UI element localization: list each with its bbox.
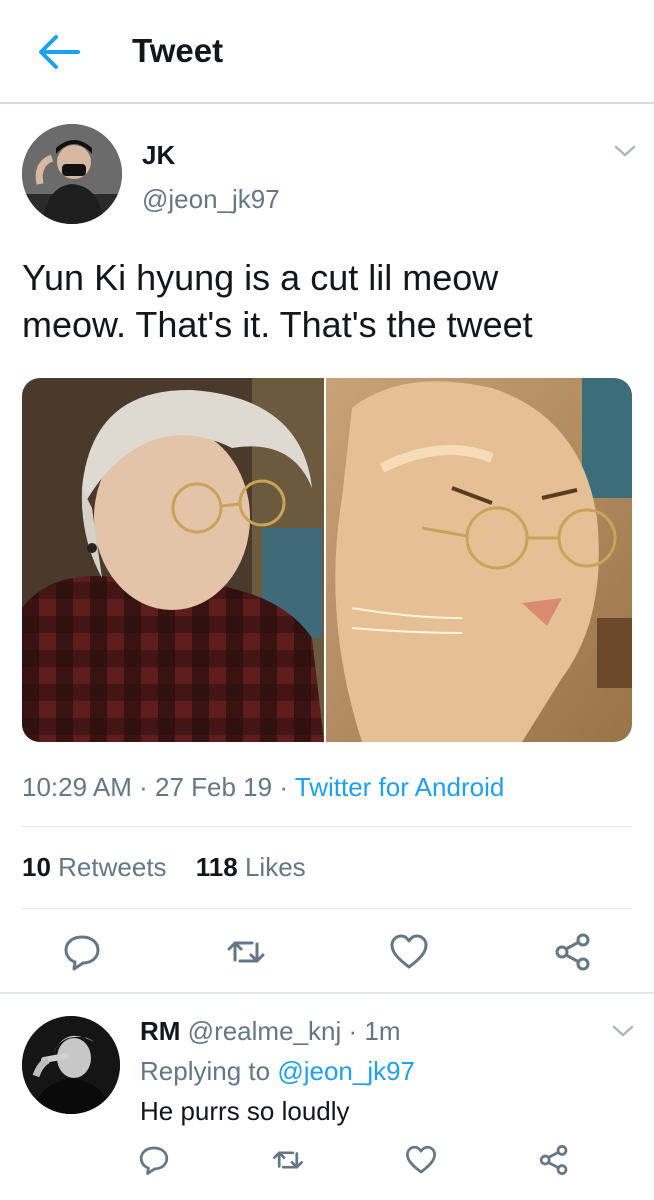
like-button[interactable] — [389, 932, 429, 972]
author-name[interactable]: JK — [142, 140, 175, 171]
tweet-text-line: meow. That's it. That's the tweet — [22, 304, 533, 345]
retweet-label: Retweets — [58, 852, 167, 882]
author-handle[interactable]: @jeon_jk97 — [142, 184, 280, 215]
tweet-meta: 10:29 AM · 27 Feb 19 · Twitter for Andro… — [22, 772, 504, 803]
reply-share-button[interactable] — [538, 1144, 570, 1176]
chevron-down-icon — [614, 145, 636, 157]
reply-icon — [139, 1146, 169, 1175]
tweet-stats: 10 Retweets 118 Likes — [22, 852, 328, 883]
photo-cat — [326, 378, 632, 742]
divider — [0, 992, 654, 994]
tweet-date: 27 Feb 19 — [155, 772, 273, 802]
reply-button[interactable] — [62, 932, 102, 972]
retweet-icon — [273, 1151, 303, 1169]
reply-menu-button[interactable] — [610, 1022, 636, 1040]
page-title: Tweet — [132, 32, 224, 69]
chevron-down-icon — [612, 1025, 634, 1037]
back-button[interactable] — [36, 32, 82, 72]
tweet-text: Yun Ki hyung is a cut lil meow meow. Tha… — [22, 254, 622, 348]
top-bar: Tweet — [0, 0, 654, 104]
like-label: Likes — [244, 852, 306, 882]
tweet-menu-button[interactable] — [612, 142, 638, 160]
meta-separator: · — [139, 772, 148, 802]
reply-author-handle[interactable]: @realme_knj — [188, 1016, 342, 1046]
replying-to: Replying to @jeon_jk97 — [140, 1056, 415, 1087]
tweet-time: 10:29 AM — [22, 772, 132, 802]
likes-stat[interactable]: 118 Likes — [196, 852, 306, 882]
retweets-stat[interactable]: 10 Retweets — [22, 852, 167, 882]
retweet-icon — [227, 941, 265, 963]
replying-to-prefix: Replying to — [140, 1056, 271, 1086]
replying-to-handle[interactable]: @jeon_jk97 — [277, 1056, 415, 1086]
retweet-count: 10 — [22, 852, 51, 882]
heart-icon — [390, 934, 428, 969]
reply-reply-button[interactable] — [138, 1144, 170, 1176]
reply-text: He purrs so loudly — [140, 1096, 350, 1126]
reply-header: RM @realme_knj · 1m — [140, 1016, 401, 1047]
arrow-left-icon — [39, 35, 80, 69]
heart-icon — [406, 1145, 436, 1174]
reply-author-avatar[interactable] — [22, 1016, 120, 1114]
reply-age: 1m — [364, 1016, 401, 1046]
photo-person — [22, 378, 324, 742]
meta-separator: · — [279, 772, 288, 802]
tweet-source-link[interactable]: Twitter for Android — [295, 772, 505, 802]
tweet-media[interactable] — [22, 378, 632, 742]
reply-author-name[interactable]: RM — [140, 1016, 180, 1046]
like-count: 118 — [195, 852, 238, 882]
tweet-text-line: Yun Ki hyung is a cut lil meow — [22, 257, 499, 298]
divider — [22, 826, 632, 827]
share-icon — [539, 1145, 568, 1175]
reply-like-button[interactable] — [405, 1144, 437, 1176]
share-button[interactable] — [553, 932, 593, 972]
retweet-button[interactable] — [226, 932, 266, 972]
reply-separator: · — [348, 1016, 358, 1046]
divider — [22, 908, 632, 909]
reply-retweet-button[interactable] — [272, 1144, 304, 1176]
author-avatar[interactable] — [22, 124, 122, 224]
share-icon — [555, 933, 590, 971]
reply-icon — [64, 935, 100, 971]
